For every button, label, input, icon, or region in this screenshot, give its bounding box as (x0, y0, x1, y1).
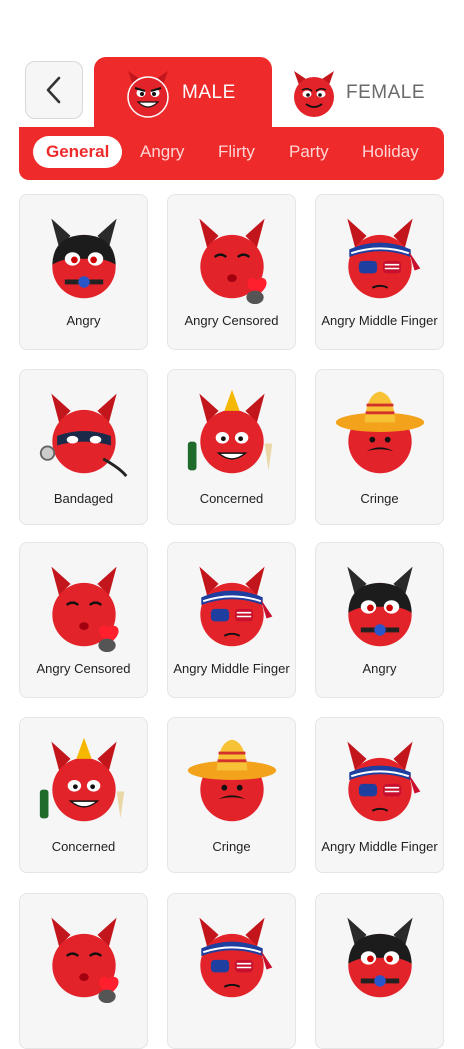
sticker-label: Concerned (51, 839, 116, 854)
sticker-card[interactable] (19, 893, 148, 1049)
male-devil-icon (127, 71, 169, 118)
female-devil-icon (294, 71, 334, 117)
sticker-label: Bandaged (53, 491, 114, 506)
sticker-label: Angry Middle Finger (173, 661, 290, 676)
sticker-label: Cringe (212, 839, 251, 854)
sticker-card[interactable]: Angry Middle Finger (315, 194, 444, 350)
sticker-card[interactable]: Concerned (19, 717, 148, 873)
tab-male[interactable]: MALE (94, 57, 272, 133)
sticker-card[interactable]: Angry Censored (167, 194, 296, 350)
sticker-card[interactable]: Angry Middle Finger (315, 717, 444, 873)
sticker-card[interactable]: Angry (315, 542, 444, 698)
sticker-label: Angry Censored (184, 313, 279, 328)
sticker-label: Angry Censored (36, 661, 131, 676)
kissing-devil-icon (50, 566, 119, 653)
masked-whip-devil-icon (39, 393, 127, 478)
kissing-devil-icon (198, 218, 267, 305)
usa-bandana-devil-icon (346, 218, 420, 299)
black-mask-devil-icon (346, 917, 413, 998)
sticker-label: Cringe (360, 491, 399, 506)
tab-female-label: FEMALE (346, 82, 426, 103)
sticker-card[interactable] (315, 893, 444, 1049)
back-button[interactable] (25, 61, 83, 119)
sombrero-devil-icon (335, 391, 424, 474)
party-devil-icon (39, 737, 124, 822)
kissing-devil-icon (50, 917, 119, 1004)
category-party[interactable]: Party (289, 142, 329, 162)
sticker-label: Angry (66, 313, 101, 328)
sticker-label: Angry (362, 661, 397, 676)
category-holiday[interactable]: Holiday (362, 142, 419, 162)
sticker-card[interactable]: Bandaged (19, 369, 148, 525)
sticker-card[interactable]: Angry (19, 194, 148, 350)
sticker-label: Concerned (199, 491, 264, 506)
black-mask-devil-icon (346, 566, 413, 647)
sticker-card[interactable]: Angry Middle Finger (167, 542, 296, 698)
party-devil-icon (187, 389, 272, 474)
category-general[interactable]: General (33, 136, 123, 168)
usa-bandana-devil-icon (346, 741, 420, 822)
sticker-label: Angry Middle Finger (321, 839, 438, 854)
chevron-left-icon (46, 76, 61, 104)
category-angry[interactable]: Angry (140, 142, 184, 162)
sticker-card[interactable]: Cringe (167, 717, 296, 873)
usa-bandana-devil-icon (198, 566, 272, 647)
category-flirty[interactable]: Flirty (218, 142, 255, 162)
black-mask-devil-icon (50, 218, 117, 299)
sticker-card[interactable]: Concerned (167, 369, 296, 525)
tab-female[interactable]: FEMALE (280, 57, 450, 133)
sticker-card[interactable]: Cringe (315, 369, 444, 525)
usa-bandana-devil-icon (198, 917, 272, 998)
sticker-label: Angry Middle Finger (321, 313, 438, 328)
sticker-card[interactable]: Angry Censored (19, 542, 148, 698)
tab-male-label: MALE (182, 82, 236, 103)
sombrero-devil-icon (187, 739, 276, 822)
sticker-card[interactable] (167, 893, 296, 1049)
category-bar: General Angry Flirty Party Holiday (19, 127, 444, 180)
